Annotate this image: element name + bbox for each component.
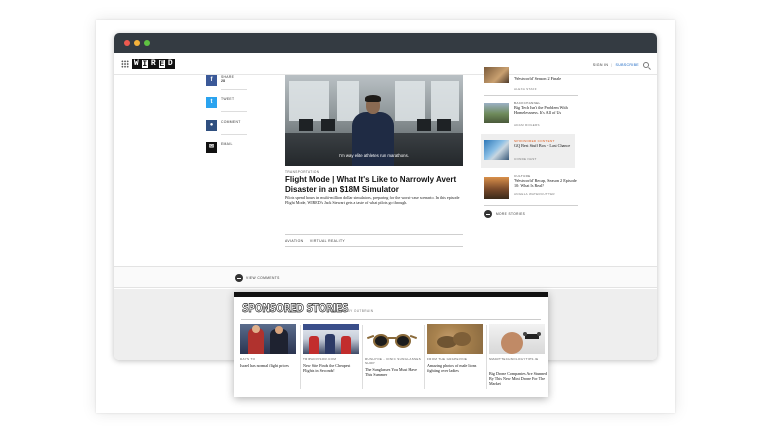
article-dek: Pilots spend hours in multi-million doll… xyxy=(285,195,460,206)
divider xyxy=(221,134,247,135)
email-icon: ✉ xyxy=(206,142,217,153)
view-comments-button[interactable]: VIEW COMMENTS xyxy=(235,274,280,282)
twitter-icon: t xyxy=(206,97,217,108)
card-divider xyxy=(486,325,487,389)
article-video[interactable]: I'm way elite athletes run marathons. xyxy=(285,75,463,166)
module-top-bar xyxy=(234,292,548,297)
video-frame-window xyxy=(431,81,459,121)
minimize-window-button[interactable] xyxy=(134,40,140,46)
card-source: DAYS TO xyxy=(240,357,256,361)
card-divider xyxy=(300,325,301,389)
divider xyxy=(221,89,247,90)
divider xyxy=(285,234,463,235)
divider xyxy=(285,246,463,247)
email-label: EMAIL xyxy=(221,142,233,146)
card-title: The Sunglasses You Must Have This Summer xyxy=(365,367,417,377)
tag-link[interactable]: AVIATION xyxy=(285,239,304,243)
header-divider: | xyxy=(611,63,613,67)
comments-bar: VIEW COMMENTS xyxy=(114,266,657,288)
article-headline: Flight Mode | What It's Like to Narrowly… xyxy=(285,175,457,194)
menu-grid-icon[interactable] xyxy=(121,60,129,68)
video-frame-window xyxy=(289,81,329,121)
rail-story[interactable]: 'Westworld' Season 2 Finale ALEXA STAFF xyxy=(484,67,580,95)
card-image xyxy=(427,324,483,354)
article-tags: AVIATION VIRTUAL REALITY xyxy=(285,239,350,243)
sponsored-stories-module: SPONSORED STORIES POWERED BY OUTBRAIN DA… xyxy=(234,292,548,397)
logo-letter: R xyxy=(149,59,158,69)
video-caption: I'm way elite athletes run marathons. xyxy=(339,153,409,158)
story-title: GQ Best Stuff Box - Last Chance xyxy=(514,143,571,148)
story-thumbnail xyxy=(484,67,509,83)
wired-logo[interactable]: W I R E D xyxy=(132,59,175,69)
card-divider xyxy=(362,325,363,389)
logo-letter: W xyxy=(132,59,141,69)
story-author: ADAM ROGERS xyxy=(514,123,540,127)
video-frame-window xyxy=(395,81,425,121)
card-source: TRIPADVISOR.COM xyxy=(303,357,337,361)
rail-story[interactable]: CULTURE 'Westworld' Recap, Season 2 Epis… xyxy=(484,174,580,202)
story-author: ALEXA STAFF xyxy=(514,87,537,91)
presenter-hair xyxy=(365,95,381,102)
maximize-window-button[interactable] xyxy=(144,40,150,46)
divider xyxy=(484,95,578,96)
divider xyxy=(221,111,247,112)
site-header: W I R E D SIGN IN | SUBSCRIBE xyxy=(114,53,657,75)
more-stories-label: MORE STORIES xyxy=(496,212,526,216)
story-author: CONDE NAST xyxy=(514,157,537,161)
video-frame-monitor xyxy=(299,119,313,131)
card-title: Big Drone Companies Are Stunned By This … xyxy=(489,371,547,386)
story-title: 'Westworld' Recap, Season 2 Episode 10: … xyxy=(514,178,577,188)
story-thumbnail xyxy=(484,140,509,160)
card-title: Israel has normal flight prices xyxy=(240,363,289,368)
divider xyxy=(484,205,578,206)
logo-letter: E xyxy=(157,59,166,69)
video-frame-monitor xyxy=(417,119,431,131)
arrow-right-icon xyxy=(484,210,492,218)
subscribe-link[interactable]: SUBSCRIBE xyxy=(616,63,639,67)
rail-story-sponsored[interactable]: SPONSORED CONTENT GQ Best Stuff Box - La… xyxy=(484,139,580,165)
card-source: SMARTTECHNOLOGYTIPS.IE xyxy=(489,357,539,361)
rail-story[interactable]: BACKCHANNEL Big Tech Isn't the Problem W… xyxy=(484,101,580,129)
tag-link[interactable]: VIRTUAL REALITY xyxy=(310,239,345,243)
window-titlebar xyxy=(114,33,657,53)
powered-by-outbrain[interactable]: POWERED BY OUTBRAIN xyxy=(327,309,374,313)
story-title: Big Tech Isn't the Problem With Homeless… xyxy=(514,105,568,115)
card-title: New Site Finds the Cheapest Flights in S… xyxy=(303,363,351,373)
video-frame-monitor xyxy=(321,119,335,131)
comment-label: COMMENT xyxy=(221,120,241,124)
sign-in-link[interactable]: SIGN IN xyxy=(593,63,608,67)
story-thumbnail xyxy=(484,177,509,199)
more-stories-button[interactable]: MORE STORIES xyxy=(484,210,525,218)
header-actions: SIGN IN | SUBSCRIBE xyxy=(593,61,649,69)
card-image xyxy=(303,324,359,354)
divider xyxy=(241,319,541,320)
card-source: RUSHYOE - IONIC SUNGLASSES SHOP xyxy=(365,357,422,365)
arrow-right-icon xyxy=(235,274,243,282)
logo-letter: I xyxy=(140,59,149,69)
card-image xyxy=(365,324,421,354)
story-thumbnail xyxy=(484,103,509,123)
story-author: ANGELA WATERCUTTER xyxy=(514,192,555,196)
view-comments-label: VIEW COMMENTS xyxy=(246,276,280,280)
logo-letter: D xyxy=(166,59,175,69)
search-icon[interactable] xyxy=(643,62,649,68)
card-title: Amazing photos of male lions fighting ov… xyxy=(427,363,477,373)
comment-icon: ● xyxy=(206,120,217,131)
share-label: SHARE 28 xyxy=(221,75,235,84)
close-window-button[interactable] xyxy=(124,40,130,46)
story-title: 'Westworld' Season 2 Finale xyxy=(514,76,562,81)
card-divider xyxy=(424,325,425,389)
card-source: FROM THE GRAPEVINE xyxy=(427,357,468,361)
card-image xyxy=(240,324,296,354)
video-frame-monitor xyxy=(437,119,451,131)
card-image xyxy=(489,324,545,354)
article-category[interactable]: TRANSPORTATION xyxy=(285,170,319,174)
tweet-label: TWEET xyxy=(221,97,235,101)
facebook-icon: f xyxy=(206,75,217,86)
